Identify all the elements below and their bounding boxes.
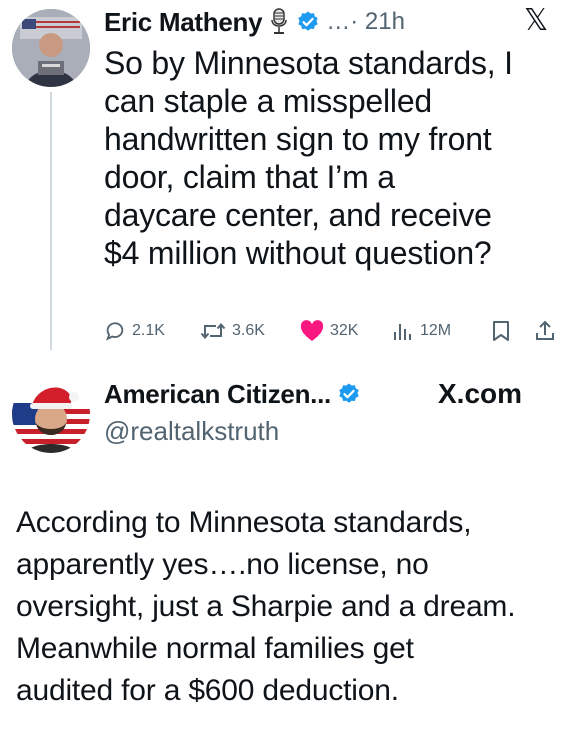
post-header: Eric Matheny …· 21h [104, 2, 405, 42]
x-logo-icon[interactable]: 𝕏 [524, 6, 548, 36]
thread-line [50, 92, 52, 350]
like-button[interactable]: 32K [300, 320, 392, 342]
bookmark-button[interactable] [492, 320, 534, 342]
post-header: American Citizen... [104, 376, 361, 412]
verified-icon [337, 382, 361, 406]
bookmark-icon [492, 320, 510, 342]
author-name[interactable]: Eric Matheny [104, 7, 263, 38]
share-icon [534, 320, 556, 342]
mic-icon [268, 8, 290, 36]
repost-button[interactable]: 3.6K [200, 320, 300, 342]
tweet-text: So by Minnesota standards, I can staple … [104, 45, 513, 271]
tweet-post: Eric Matheny …· 21h 𝕏 So by Minnesota st… [0, 0, 576, 360]
author-name[interactable]: American Citizen... [104, 379, 331, 410]
like-count: 32K [330, 322, 359, 339]
reply-icon [104, 320, 126, 342]
source-label: X.com [438, 378, 523, 409]
views-count: 12M [420, 322, 452, 339]
tweet-text: According to Minnesota standards, appare… [16, 506, 516, 707]
avatar[interactable] [12, 375, 90, 453]
action-bar: 2.1K 3.6K 32K 12M [104, 316, 564, 346]
verified-icon [296, 10, 320, 34]
heart-icon [300, 320, 324, 342]
avatar[interactable] [12, 9, 90, 87]
repost-icon [200, 320, 226, 342]
author-handle[interactable]: @realtalkstruth [104, 416, 279, 447]
reply-button[interactable]: 2.1K [104, 320, 200, 342]
repost-count: 3.6K [232, 322, 265, 339]
reply-count: 2.1K [132, 322, 165, 339]
post-time[interactable]: …· 21h [326, 8, 405, 36]
share-button[interactable] [534, 320, 558, 342]
reply-post: American Citizen... X.com @realtalkstrut… [0, 360, 576, 729]
views-button[interactable]: 12M [392, 320, 492, 342]
views-icon [392, 320, 414, 342]
